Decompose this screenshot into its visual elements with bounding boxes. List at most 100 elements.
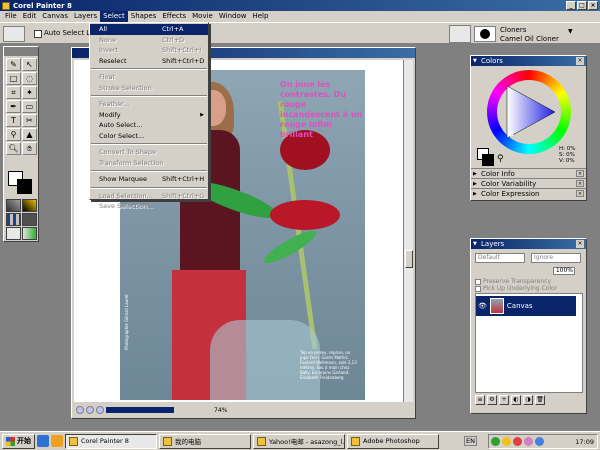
magnifier-icon[interactable]: 🔍︎: [6, 142, 21, 155]
tracing-paper-icon[interactable]: [76, 406, 84, 414]
saturation-triangle[interactable]: [497, 80, 561, 144]
taskbar-button[interactable]: Corel Painter 8: [65, 433, 157, 449]
browser-quicklaunch-icon[interactable]: [37, 435, 49, 447]
zoom-icon[interactable]: [96, 406, 104, 414]
rectangle-select-icon[interactable]: □: [6, 72, 21, 85]
menu-item-save-selection[interactable]: Save Selection...: [90, 201, 208, 212]
pen-icon[interactable]: ✒: [6, 100, 21, 113]
menu-item-reselect[interactable]: Reselect Shift+Ctrl+D: [90, 56, 208, 67]
zoom-level[interactable]: 74%: [214, 407, 227, 414]
taskbar-button[interactable]: 我的电脑: [159, 433, 251, 449]
brush-category[interactable]: Cloners: [500, 26, 526, 34]
menu-edit[interactable]: Edit: [20, 11, 40, 22]
look-selector-icon[interactable]: [22, 227, 37, 240]
crop-icon[interactable]: ⌗: [6, 86, 21, 99]
text-icon[interactable]: T: [6, 114, 21, 127]
brush-variant[interactable]: Camel Oil Cloner: [500, 35, 559, 43]
dynamic-plugins-icon[interactable]: ⚙: [487, 395, 497, 405]
chevron-down-icon[interactable]: ▼: [568, 28, 573, 35]
eye-icon[interactable]: 👁︎: [478, 302, 487, 310]
taskbar-button[interactable]: Yahoo!电邮 - asazong_l...: [253, 433, 345, 449]
tray-messenger-icon[interactable]: [502, 437, 511, 446]
grabber-icon[interactable]: ✋︎: [22, 142, 37, 155]
scrollbar-thumb[interactable]: [405, 250, 413, 268]
menu-item-load-selection[interactable]: Load Selection... Shift+Ctrl+G: [90, 191, 208, 202]
preserve-transparency-option[interactable]: Preserve Transparency: [475, 278, 551, 285]
tray-chat-icon[interactable]: [524, 437, 533, 446]
menu-item-auto-select[interactable]: Auto Select...: [90, 120, 208, 131]
preserve-transparency-checkbox[interactable]: [475, 278, 481, 285]
menu-file[interactable]: File: [2, 11, 20, 22]
menu-layers[interactable]: Layers: [71, 11, 100, 22]
close-icon[interactable]: ×: [576, 190, 584, 197]
close-icon[interactable]: ×: [576, 180, 584, 187]
rectangle-shape-icon[interactable]: ▭: [22, 100, 37, 113]
composite-depth-select[interactable]: Ignore: [531, 253, 581, 263]
gradient-selector-icon[interactable]: [22, 199, 37, 212]
menu-item-invert[interactable]: Invert Shift+Ctrl+I: [90, 45, 208, 56]
layer-row-canvas[interactable]: 👁︎ Canvas: [476, 296, 576, 316]
opacity-value[interactable]: 100%: [553, 267, 575, 275]
delete-layer-icon[interactable]: 🗑︎: [535, 395, 545, 405]
layers-palette-header[interactable]: Layers ×: [471, 239, 586, 249]
main-secondary-color[interactable]: [8, 171, 34, 195]
menu-item-float[interactable]: Float: [90, 72, 208, 83]
zoom-slider[interactable]: [106, 407, 174, 413]
menu-item-transform-selection[interactable]: Transform Selection: [90, 158, 208, 169]
composite-method-select[interactable]: Default: [475, 253, 525, 263]
layer-adjuster-icon[interactable]: ↖: [22, 58, 37, 71]
pick-up-color-option[interactable]: Pick Up Underlying Color: [475, 285, 557, 292]
brush-tool-icon[interactable]: ✎: [6, 58, 21, 71]
color-info-palette[interactable]: Color Info ×: [471, 168, 586, 179]
menu-shapes[interactable]: Shapes: [128, 11, 160, 22]
opacity-control[interactable]: 100%: [475, 267, 583, 275]
pattern-selector-icon[interactable]: [6, 213, 21, 226]
menu-window[interactable]: Window: [216, 11, 250, 22]
paint-bucket-icon[interactable]: ▲: [22, 128, 37, 141]
taskbar-button[interactable]: Adobe Photoshop: [347, 433, 439, 449]
new-mask-icon[interactable]: ◑: [523, 395, 533, 405]
menu-item-color-select[interactable]: Color Select...: [90, 131, 208, 142]
start-button[interactable]: 开始: [2, 433, 35, 449]
folder-quicklaunch-icon[interactable]: [51, 435, 63, 447]
language-indicator[interactable]: EN: [464, 436, 477, 446]
close-icon[interactable]: ×: [576, 57, 584, 65]
nozzle-selector-icon[interactable]: [6, 227, 21, 240]
menu-item-feather[interactable]: Feather...: [90, 99, 208, 110]
paper-selector-icon[interactable]: [6, 199, 21, 212]
mask-icon[interactable]: ◐: [511, 395, 521, 405]
scissors-icon[interactable]: ✂: [22, 114, 37, 127]
color-expression-palette[interactable]: Color Expression ×: [471, 188, 586, 199]
menu-item-none[interactable]: None Ctrl+D: [90, 35, 208, 46]
auto-select-layer-checkbox[interactable]: [34, 30, 42, 38]
brush-selector-icon[interactable]: [449, 25, 471, 43]
close-icon[interactable]: ×: [576, 170, 584, 177]
layer-adjuster-tool-icon[interactable]: [3, 26, 25, 42]
minimize-button[interactable]: _: [566, 1, 576, 10]
layer-commands-icon[interactable]: ≡: [475, 395, 485, 405]
toolbox-title-bar[interactable]: [4, 47, 38, 56]
color-variability-palette[interactable]: Color Variability ×: [471, 178, 586, 189]
new-layer-icon[interactable]: +: [499, 395, 509, 405]
brush-tip-preview-icon[interactable]: [474, 26, 496, 42]
maximize-button[interactable]: □: [577, 1, 587, 10]
close-icon[interactable]: ×: [576, 240, 584, 248]
lasso-icon[interactable]: ◌: [22, 72, 37, 85]
color-wheel[interactable]: [487, 70, 571, 154]
tray-antivirus-icon[interactable]: [513, 437, 522, 446]
menu-movie[interactable]: Movie: [189, 11, 216, 22]
weaving-selector-icon[interactable]: [22, 213, 37, 226]
grid-icon[interactable]: [86, 406, 94, 414]
close-button[interactable]: ×: [588, 1, 598, 10]
menu-item-show-marquee[interactable]: Show Marquee Shift+Ctrl+H: [90, 174, 208, 185]
menu-help[interactable]: Help: [249, 11, 271, 22]
menu-effects[interactable]: Effects: [159, 11, 189, 22]
magic-wand-icon[interactable]: ✦: [22, 86, 37, 99]
tray-network-icon[interactable]: [491, 437, 500, 446]
tray-volume-icon[interactable]: [535, 437, 544, 446]
menu-select[interactable]: Select: [100, 11, 128, 22]
secondary-color-swatch[interactable]: [17, 179, 32, 194]
vertical-scrollbar[interactable]: [403, 60, 413, 402]
dropper-icon[interactable]: ⚲: [497, 154, 504, 164]
menu-item-convert-to-shape[interactable]: Convert To Shape: [90, 147, 208, 158]
